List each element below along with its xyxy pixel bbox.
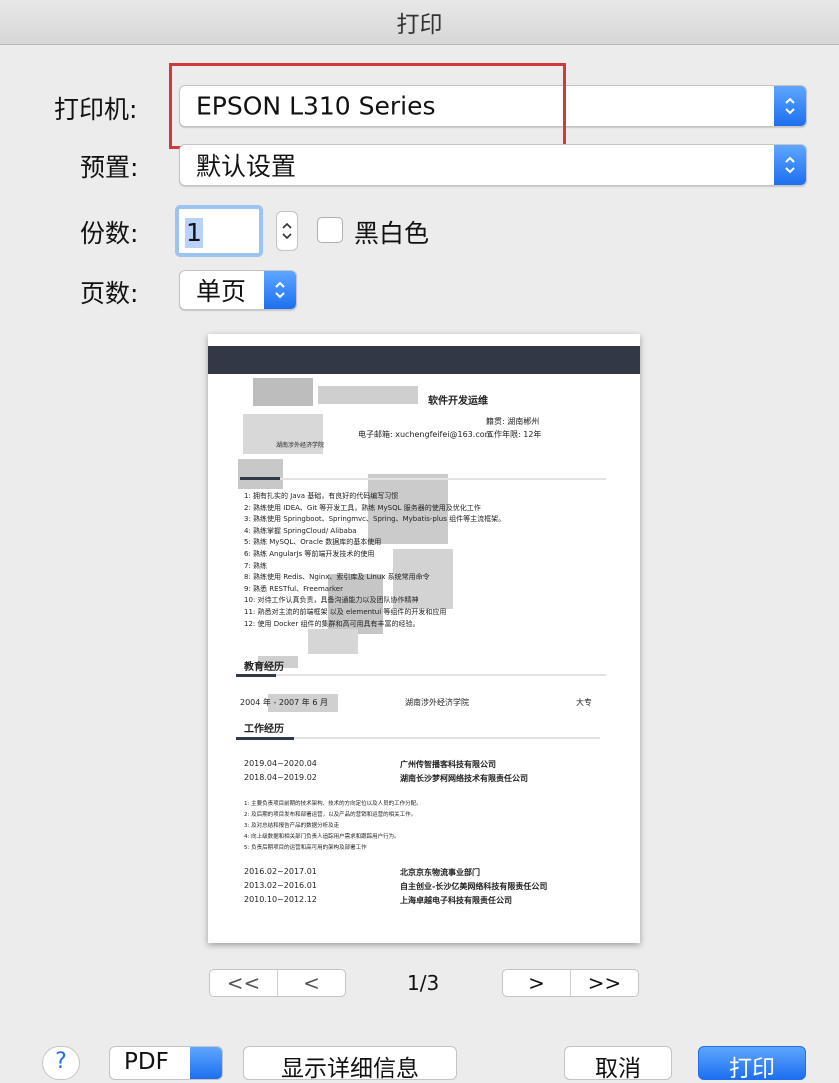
preview-skill-line: 6: 熟练 AngularJs 等前端开发技术的使用 [244,550,375,558]
preview-skill-line: 8: 熟练使用 Redis、Nginx、索引库及 Linux 系统常用命令 [244,573,430,582]
cancel-button[interactable]: 取消 [564,1046,672,1082]
preview-skill-line: 3: 熟练使用 Springboot、Springmvc、Spring、Myba… [244,515,506,524]
preview-job-period: 2019.04~2020.04 [244,759,317,768]
help-button[interactable]: ? [42,1046,80,1080]
preview-duty-line: 5: 负责后期项目的运营和高可用的架构及部署工作 [244,845,367,851]
printer-label: 打印机: [54,95,138,124]
preview-job-period: 2016.02~2017.01 [244,867,317,876]
preview-rule-accent [236,674,276,677]
bw-label: 黑白色 [354,219,430,248]
preview-edu-school: 湖南涉外经济学院 [405,698,469,707]
preview-job-company: 自主创业-长沙亿美网络科技有限责任公司 [400,882,548,891]
bw-checkbox[interactable] [317,217,343,243]
preview-email: 电子邮箱: xuchengfeifei@163.com [358,430,493,439]
preview-job-company: 北京京东物流事业部门 [400,868,480,877]
preview-skill-line: 11: 熟悉对主流的前端框架 以及 elementui 等组件的开发和应用 [244,608,447,616]
copies-label: 份数: [80,219,139,248]
chevron-updown-icon [774,86,806,126]
title-bar: 打印 [0,0,839,45]
preview-work-title: 工作经历 [244,724,284,735]
redacted-block [238,459,283,489]
preview-rule [240,478,606,480]
pdf-menu-button[interactable]: PDF [109,1046,223,1080]
pdf-label: PDF [124,1049,169,1075]
preview-skill-line: 10: 对待工作认真负责，具备沟通能力以及团队协作精神 [244,596,419,605]
presets-value: 默认设置 [196,152,297,181]
preview-skill-line: 2: 熟练使用 IDEA、Git 等开发工具，熟练 MySQL 服务器的使用及优… [244,503,481,512]
preview-job-company: 湖南长沙梦柯网络技术有限责任公司 [400,774,528,783]
preview-skill-line: 1: 拥有扎实的 Java 基础，有良好的代码编写习惯 [244,492,399,500]
preview-skill-line: 7: 熟练 [244,561,268,570]
preview-native: 籍贯: 湖南郴州 [486,417,540,426]
redacted-block [318,386,418,404]
pages-value: 单页 [196,277,247,306]
presets-label: 预置: [80,153,139,182]
last-page-button[interactable]: >> [570,970,638,996]
redacted-block [308,629,358,654]
redacted-block [253,378,313,406]
previous-page-button[interactable]: < [277,970,345,996]
preview-duty-line: 1: 主要负责项目前期的技术架构、技术的方向定位以及人员的工作分配。 [244,801,422,807]
chevron-down-icon [190,1047,222,1079]
preview-duty-line: 2: 及后期的项目发布和部署运营，以及产品的营销和运营的相关工作。 [244,812,417,818]
preview-skill-line: 9: 熟悉 RESTful、Freemarker [244,584,343,593]
preview-skill-line: 4: 熟练掌握 SpringCloud/ Alibaba [244,526,357,535]
window-title: 打印 [396,12,443,38]
preview-rule-accent [240,477,280,480]
preview-edu-period: 2004 年 - 2007 年 6 月 [240,698,328,707]
pages-label: 页数: [80,279,139,308]
preview-skill-line: 5: 熟练 MySQL、Oracle 数据库的基本使用 [244,538,382,547]
preview-edu-degree: 大专 [576,698,592,707]
preview-name-line: 软件开发运维 [428,396,488,407]
pager-back-group: << < [209,969,346,997]
page-indicator: 1/3 [407,971,440,995]
chevron-updown-icon [774,145,806,185]
copies-stepper[interactable] [276,211,298,251]
show-details-button[interactable]: 显示详细信息 [243,1046,457,1082]
next-page-button[interactable]: > [503,970,570,996]
print-button[interactable]: 打印 [698,1046,806,1082]
preview-rule-accent [236,737,294,740]
preview-job-company: 上海卓越电子科技有限责任公司 [400,896,512,905]
copies-input[interactable]: 1 [175,205,263,257]
presets-popup[interactable]: 默认设置 [179,144,807,186]
stepper-icon [282,222,292,240]
preview-rule [236,674,606,676]
preview-school: 湖南涉外经济学院 [276,442,325,449]
preview-job-period: 2010.10~2012.12 [244,895,317,904]
preview-duty-line: 3: 及对总结和报告产品的数据分析及走 [244,823,340,829]
preview-skill-line: 12: 使用 Docker 组件的集群和高可用具有丰富的经验。 [244,619,420,628]
chevron-updown-icon [264,271,296,309]
pages-popup[interactable]: 单页 [179,270,297,310]
pager-forward-group: > >> [502,969,639,997]
print-preview-page: 软件开发运维 电子邮箱: xuchengfeifei@163.com 工作年限:… [208,334,640,943]
annotation-highlight-box [169,63,566,149]
preview-header-band [208,346,640,374]
preview-job-period: 2013.02~2016.01 [244,881,317,890]
first-page-button[interactable]: << [210,970,277,996]
preview-job-company: 广州传智播客科技有限公司 [400,760,496,769]
preview-duty-line: 4: 向上级数据和相关部门负责人追踪用户需求和跟踪用户行为。 [244,834,400,840]
preview-job-period: 2018.04~2019.02 [244,773,317,782]
copies-value: 1 [185,218,203,248]
preview-years: 工作年限: 12年 [486,430,542,439]
preview-edu-title: 教育经历 [244,662,284,673]
